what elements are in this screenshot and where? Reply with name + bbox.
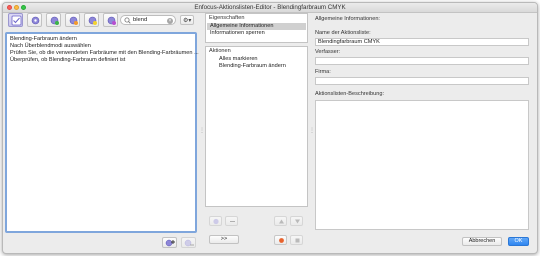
name-field[interactable]: Blendingfarbraum CMYK: [315, 38, 529, 46]
company-label: Firma:: [315, 69, 331, 75]
action-gear-green-icon: [50, 16, 59, 25]
list-item[interactable]: Blending-Farbraum ändern: [10, 36, 77, 42]
actions-panel: Aktionen Alles markieren Blending-Farbra…: [205, 46, 308, 207]
action-gear-icon: [31, 16, 40, 25]
action-gear-button-4[interactable]: [84, 13, 99, 27]
window-title: Enfocus-Aktionslisten-Editor - Blendingf…: [194, 4, 346, 11]
add-action-icon: [165, 239, 175, 247]
checklist-button[interactable]: [8, 13, 23, 27]
name-label: Name der Aktionsliste:: [315, 30, 371, 36]
list-item[interactable]: Nach Überblendmodi auswählen: [10, 43, 91, 49]
add-check-button[interactable]: [209, 216, 222, 226]
gear-icon: ⚙▾: [183, 17, 192, 24]
actions-item-change-blending[interactable]: Blending-Farbraum ändern: [219, 63, 286, 69]
description-label: Aktionslisten-Beschreibung:: [315, 91, 385, 97]
action-gear-button-3[interactable]: [65, 13, 80, 27]
description-field[interactable]: [315, 100, 529, 230]
action-gear-orange-icon: [69, 16, 78, 25]
actions-item-select-all[interactable]: Alles markieren: [219, 56, 258, 62]
stop-button[interactable]: [290, 235, 303, 245]
title-bar: Enfocus-Aktionslisten-Editor - Blendingf…: [3, 3, 537, 13]
action-gear-yellow-icon: [88, 16, 97, 25]
action-gear-button-5[interactable]: [103, 13, 118, 27]
author-label: Verfasser:: [315, 49, 341, 55]
search-field[interactable]: blend ×: [120, 15, 176, 25]
general-info-panel: Allgemeine Informationen: Name der Aktio…: [315, 13, 531, 233]
action-list-panel[interactable]: Blending-Farbraum ändern Nach Überblendm…: [5, 32, 199, 233]
square-icon: [295, 238, 300, 243]
actions-header: Aktionen: [209, 48, 231, 54]
properties-panel: Eigenschaften Allgemeine Informationen I…: [205, 13, 308, 43]
section-title: Allgemeine Informationen:: [315, 16, 380, 22]
clear-search-icon[interactable]: ×: [167, 17, 173, 24]
arrow-up-icon: [279, 219, 284, 224]
move-up-button[interactable]: [274, 216, 287, 226]
action-gear-purple-icon: [107, 16, 116, 25]
move-down-button[interactable]: [290, 216, 303, 226]
action-gear-button-2[interactable]: [46, 13, 61, 27]
add-check-icon: [213, 218, 219, 225]
splitter-handle-right[interactable]: ⋮: [309, 127, 315, 134]
list-item[interactable]: Überprüfen, ob Blending-Farbraum definie…: [10, 57, 125, 63]
expand-button[interactable]: >>: [209, 235, 239, 244]
author-field[interactable]: [315, 57, 529, 65]
search-input[interactable]: blend: [133, 17, 147, 23]
minus-icon: [230, 221, 235, 222]
color-action-button[interactable]: [274, 235, 287, 245]
remove-action-button[interactable]: [181, 237, 196, 248]
action-gear-button-1[interactable]: [27, 13, 42, 27]
color-dot-icon: [279, 238, 284, 243]
company-field[interactable]: [315, 77, 529, 85]
properties-item-lock[interactable]: Informationen sperren: [207, 30, 306, 37]
arrow-down-icon: [295, 219, 300, 224]
properties-item-general[interactable]: Allgemeine Informationen: [207, 23, 306, 30]
add-action-button[interactable]: [162, 237, 177, 248]
ok-button[interactable]: OK: [508, 237, 529, 246]
properties-header: Eigenschaften: [209, 15, 245, 21]
cancel-button[interactable]: Abbrechen: [462, 237, 502, 246]
remove-check-button[interactable]: [225, 216, 238, 226]
search-icon: [124, 17, 131, 24]
checklist-icon: [11, 15, 22, 26]
list-item[interactable]: Prüfen Sie, ob die verwendeten Farbräume…: [10, 50, 199, 56]
splitter-handle-left[interactable]: ⋮: [199, 127, 205, 134]
remove-action-icon: [184, 239, 194, 247]
options-menu-button[interactable]: ⚙▾: [180, 15, 194, 25]
